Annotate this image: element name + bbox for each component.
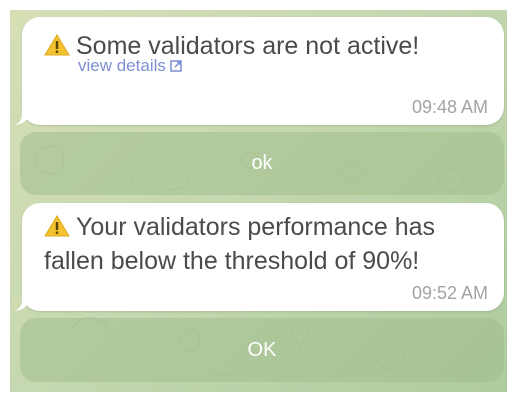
chat-background: Some validators are not active! view det… xyxy=(10,10,507,392)
message-bubble: Your validators performance has fallen b… xyxy=(12,203,504,311)
message-text-content: Your validators performance has fallen b… xyxy=(44,213,435,275)
message-text: Your validators performance has fallen b… xyxy=(44,210,489,278)
message-timestamp: 09:48 AM xyxy=(411,97,488,117)
message-bubble: Some validators are not active! view det… xyxy=(12,17,504,125)
ok-button[interactable]: ok xyxy=(20,132,504,195)
ok-button-label: OK xyxy=(247,339,277,361)
view-details-link[interactable]: view details xyxy=(78,56,182,76)
warning-icon xyxy=(44,34,70,56)
message-timestamp: 09:52 AM xyxy=(411,283,488,303)
external-link-icon xyxy=(170,60,182,72)
view-details-label: view details xyxy=(78,56,166,75)
ok-button-label: ok xyxy=(251,152,273,174)
warning-icon xyxy=(44,215,70,237)
ok-button[interactable]: OK xyxy=(20,318,504,382)
